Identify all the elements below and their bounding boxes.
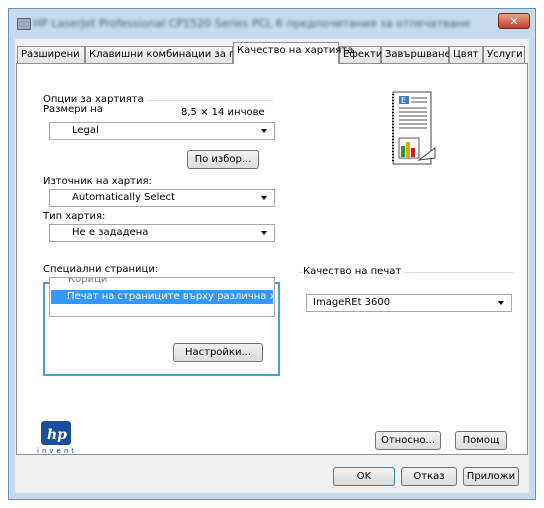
- tab-advanced[interactable]: Разширени: [17, 46, 85, 63]
- document-preview-icon: E: [392, 91, 436, 165]
- tab-services[interactable]: Услуги: [483, 46, 525, 63]
- tab-color[interactable]: Цвят: [449, 46, 483, 63]
- hp-invent-text: invent: [37, 447, 78, 455]
- paper-source-value: Automatically Select: [72, 192, 175, 203]
- special-pages-label: Специални страници:: [43, 264, 159, 275]
- help-button[interactable]: Помощ: [455, 431, 507, 450]
- print-quality-value: ImageREt 3600: [313, 297, 391, 308]
- paper-size-label: Размери на: [43, 104, 103, 115]
- tab-finishing[interactable]: Завършване: [381, 46, 451, 63]
- paper-size-value: Legal: [72, 125, 99, 136]
- paper-type-value: Не е зададена: [72, 227, 149, 238]
- print-preferences-dialog: HP LaserJet Professional CP1520 Series P…: [8, 8, 536, 500]
- svg-text:hp: hp: [47, 427, 67, 443]
- dialog-client: Разширени Клавишни комбинации за печат К…: [15, 39, 529, 493]
- paper-type-label: Тип хартия:: [43, 211, 106, 222]
- settings-button[interactable]: Настройки...: [173, 343, 263, 362]
- chevron-down-icon: [261, 231, 267, 235]
- about-button[interactable]: Относно...: [375, 431, 441, 450]
- close-button[interactable]: ✕: [498, 13, 530, 29]
- paper-source-label: Източник на хартия:: [43, 176, 152, 187]
- paper-type-select[interactable]: Не е зададена: [49, 224, 275, 242]
- paper-size-dimensions: 8,5 × 14 инчове: [181, 107, 265, 118]
- ok-button[interactable]: OK: [333, 467, 395, 486]
- svg-text:E: E: [401, 96, 406, 105]
- special-pages-partial-item[interactable]: Корици: [68, 278, 107, 285]
- print-quality-select[interactable]: ImageREt 3600: [306, 294, 512, 312]
- paper-source-select[interactable]: Automatically Select: [49, 189, 275, 207]
- printer-icon: [17, 18, 31, 30]
- chevron-down-icon: [498, 301, 504, 305]
- chevron-down-icon: [261, 196, 267, 200]
- tab-panel-paper-quality: Опции за хартията Размери на 8,5 × 14 ин…: [16, 63, 528, 455]
- tab-printing-shortcuts[interactable]: Клавишни комбинации за печат: [85, 46, 260, 63]
- tab-paper-quality[interactable]: Качество на хартията: [233, 42, 353, 64]
- custom-size-button[interactable]: По избор...: [187, 150, 259, 169]
- apply-button[interactable]: Приложи: [463, 467, 519, 486]
- chevron-down-icon: [261, 129, 267, 133]
- cancel-button[interactable]: Отказ: [401, 467, 457, 486]
- special-pages-selected-item[interactable]: Печат на страниците върху различна харти: [51, 290, 273, 304]
- title-bar: HP LaserJet Professional CP1520 Series P…: [9, 9, 535, 39]
- window-title: HP LaserJet Professional CP1520 Series P…: [33, 17, 471, 30]
- tab-strip: Разширени Клавишни комбинации за печат К…: [15, 42, 529, 64]
- print-quality-label: Качество на печат: [303, 266, 405, 277]
- special-pages-list[interactable]: Корици Печат на страниците върху различн…: [49, 277, 275, 317]
- paper-size-select[interactable]: Legal: [49, 122, 275, 140]
